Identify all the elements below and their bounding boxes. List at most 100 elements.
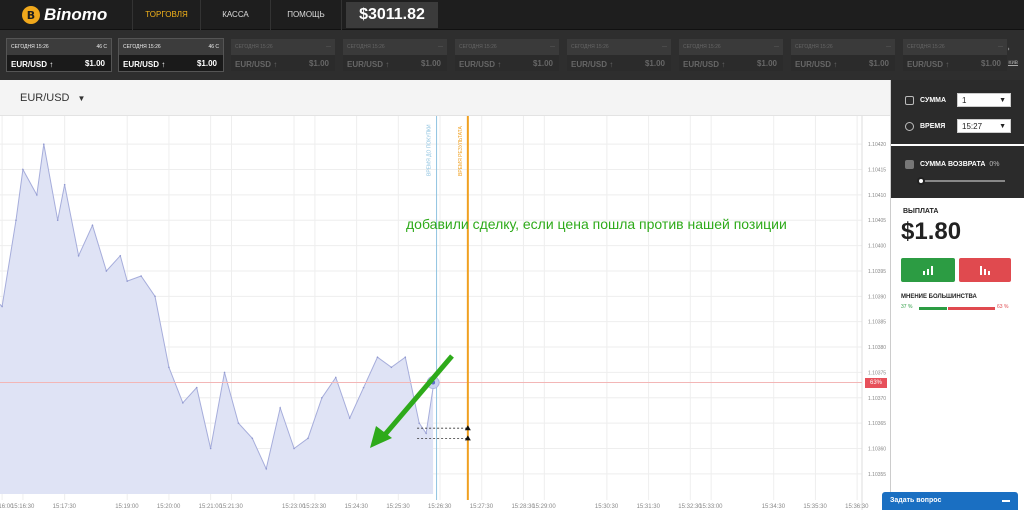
trades-bar: › Архив СЕГОДНЯ 15:2646 CEUR/USD ↑$1.00С… bbox=[0, 30, 1024, 80]
price-point bbox=[348, 417, 351, 419]
trade-card-header: СЕГОДНЯ 15:26 — bbox=[791, 39, 895, 55]
trade-countdown: — bbox=[326, 44, 331, 50]
trade-card[interactable]: СЕГОДНЯ 15:26 46 C EUR/USD ↑ $1.00 bbox=[118, 38, 224, 72]
chart-svg: 1.10420 1.10415 1.10410 1.10405 1.10400 1.103… bbox=[0, 116, 886, 510]
price-point bbox=[307, 437, 309, 440]
price-point bbox=[105, 270, 108, 272]
trade-pair: EUR/USD ↑ bbox=[123, 60, 166, 69]
majority-down-pct: 63 % bbox=[997, 304, 1009, 310]
trade-card-body: EUR/USD ↑ $1.00 bbox=[903, 55, 1007, 72]
time-select[interactable]: 15:27 ▼ bbox=[957, 119, 1011, 133]
trade-pair: EUR/USD ↑ bbox=[907, 60, 950, 69]
put-down-button[interactable] bbox=[959, 258, 1011, 282]
trade-card-body: EUR/USD ↑ $1.00 bbox=[455, 55, 559, 72]
ask-question-button[interactable]: Задать вопрос bbox=[882, 492, 1018, 510]
trade-card-body: EUR/USD ↑ $1.00 bbox=[679, 55, 783, 72]
trade-card-body: EUR/USD ↑ $1.00 bbox=[231, 55, 335, 72]
trade-countdown: 46 C bbox=[96, 44, 107, 50]
sum-select[interactable]: 1 ▼ bbox=[957, 93, 1011, 107]
time-tick-label: 15:16:30 bbox=[11, 504, 35, 510]
trade-amount: $1.00 bbox=[644, 59, 665, 68]
trade-time: СЕГОДНЯ 15:26 bbox=[459, 44, 497, 50]
trade-card-header: СЕГОДНЯ 15:26 — bbox=[231, 39, 335, 55]
trade-card[interactable]: СЕГОДНЯ 15:26 — EUR/USD ↑ $1.00 bbox=[230, 38, 336, 72]
price-point bbox=[265, 467, 268, 470]
minimize-icon bbox=[1002, 500, 1010, 502]
time-label: ВРЕМЯ bbox=[920, 123, 946, 130]
time-tick-label: 15:36:30 bbox=[845, 504, 869, 510]
trade-pair: EUR/USD ↑ bbox=[571, 60, 614, 69]
trade-card[interactable]: СЕГОДНЯ 15:26 46 C EUR/USD ↑ $1.00 bbox=[6, 38, 112, 72]
time-tick-label: 15:19:00 bbox=[115, 504, 139, 510]
trade-amount: $1.00 bbox=[532, 59, 553, 68]
price-point bbox=[36, 194, 38, 196]
balance[interactable]: $3011.82 bbox=[346, 2, 438, 28]
chart-header: EUR/USD ▼ bbox=[0, 80, 890, 116]
pair-label: EUR/USD bbox=[20, 92, 70, 104]
trade-amount: $1.00 bbox=[308, 59, 329, 68]
price-tick-label: 1.10400 bbox=[868, 244, 886, 250]
trade-card-body: EUR/USD ↑ $1.00 bbox=[7, 55, 111, 72]
time-tick-label: 15:31:30 bbox=[637, 504, 661, 510]
trade-settings: СУММА 1 ▼ ВРЕМЯ 15:27 ▼ bbox=[891, 80, 1024, 144]
price-tick-label: 1.10355 bbox=[868, 472, 886, 478]
trade-card[interactable]: СЕГОДНЯ 15:26 — EUR/USD ↑ $1.00 bbox=[342, 38, 448, 72]
trade-card-header: СЕГОДНЯ 15:26 46 C bbox=[7, 39, 111, 55]
nav-trade[interactable]: ТОРГОВЛЯ bbox=[132, 0, 200, 30]
majority-down-bar bbox=[947, 307, 995, 310]
sum-value: 1 bbox=[962, 96, 967, 105]
trade-card-body: EUR/USD ↑ $1.00 bbox=[119, 55, 223, 72]
price-tick-label: 1.10420 bbox=[868, 142, 886, 148]
time-tick-label: 15:23:30 bbox=[303, 504, 327, 510]
price-tick-label: 1.10405 bbox=[868, 218, 886, 224]
refund-value: 0% bbox=[989, 161, 1000, 168]
refund-slider-knob[interactable] bbox=[917, 177, 925, 185]
trade-card-header: СЕГОДНЯ 15:26 — bbox=[679, 39, 783, 55]
time-tick-label: 15:27:30 bbox=[470, 504, 494, 510]
price-tick-label: 1.10395 bbox=[868, 269, 886, 275]
trade-card-body: EUR/USD ↑ $1.00 bbox=[791, 55, 895, 72]
annotation-arrow bbox=[370, 354, 454, 448]
trade-amount: $1.00 bbox=[420, 59, 441, 68]
trade-countdown: — bbox=[438, 44, 443, 50]
pair-select[interactable]: EUR/USD ▼ bbox=[20, 92, 85, 104]
time-tick-label: 15:17:30 bbox=[53, 504, 77, 510]
price-point bbox=[334, 376, 337, 379]
price-point bbox=[154, 295, 156, 298]
trade-card[interactable]: СЕГОДНЯ 15:26 — EUR/USD ↑ $1.00 bbox=[566, 38, 672, 72]
trade-card[interactable]: СЕГОДНЯ 15:26 — EUR/USD ↑ $1.00 bbox=[454, 38, 560, 72]
call-up-button[interactable] bbox=[901, 258, 955, 282]
trade-time: СЕГОДНЯ 15:26 bbox=[907, 44, 945, 50]
logo-icon: B bbox=[22, 6, 40, 24]
trade-panel: СУММА 1 ▼ ВРЕМЯ 15:27 ▼ СУММА ВОЗВРАТА 0% … bbox=[890, 80, 1024, 510]
trade-card-body: EUR/USD ↑ $1.00 bbox=[343, 55, 447, 72]
price-point bbox=[56, 219, 59, 222]
majority-label: МНЕНИЕ БОЛЬШИНСТВА bbox=[901, 294, 977, 300]
time-row: ВРЕМЯ bbox=[905, 122, 945, 131]
logo[interactable]: B Binomo bbox=[22, 4, 107, 26]
price-point bbox=[251, 437, 254, 440]
trade-card[interactable]: СЕГОДНЯ 15:26 — EUR/USD ↑ $1.00 bbox=[678, 38, 784, 72]
trade-card[interactable]: СЕГОДНЯ 15:26 — EUR/USD ↑ $1.00 bbox=[790, 38, 896, 72]
trade-amount: $1.00 bbox=[84, 59, 105, 68]
trade-pair: EUR/USD ↑ bbox=[795, 60, 838, 69]
trade-countdown: — bbox=[998, 44, 1003, 50]
majority-up-bar bbox=[919, 307, 947, 310]
price-point bbox=[15, 219, 17, 222]
refund-slider-track[interactable] bbox=[921, 180, 1005, 182]
price-chart[interactable]: 1.10420 1.10415 1.10410 1.10405 1.10400 1.103… bbox=[0, 116, 890, 510]
chevron-down-icon: ▼ bbox=[77, 94, 86, 103]
nav-help[interactable]: ПОМОЩЬ bbox=[270, 0, 342, 30]
trend-up-icon bbox=[923, 266, 933, 275]
trade-card-header: СЕГОДНЯ 15:26 — bbox=[343, 39, 447, 55]
trade-marker-arrow bbox=[464, 435, 471, 441]
logo-text: Binomo bbox=[44, 5, 108, 24]
price-point bbox=[1, 305, 3, 308]
refund-row: СУММА ВОЗВРАТА 0% bbox=[905, 160, 1000, 169]
trade-pair: EUR/USD ↑ bbox=[683, 60, 726, 69]
trade-card[interactable]: СЕГОДНЯ 15:26 — EUR/USD ↑ $1.00 bbox=[902, 38, 1008, 72]
nav-cashier[interactable]: КАССА bbox=[200, 0, 270, 30]
time-tick-label: 15:20:00 bbox=[157, 504, 181, 510]
price-tick-label: 1.10370 bbox=[868, 396, 886, 402]
price-tick-label: 1.10415 bbox=[868, 168, 886, 174]
